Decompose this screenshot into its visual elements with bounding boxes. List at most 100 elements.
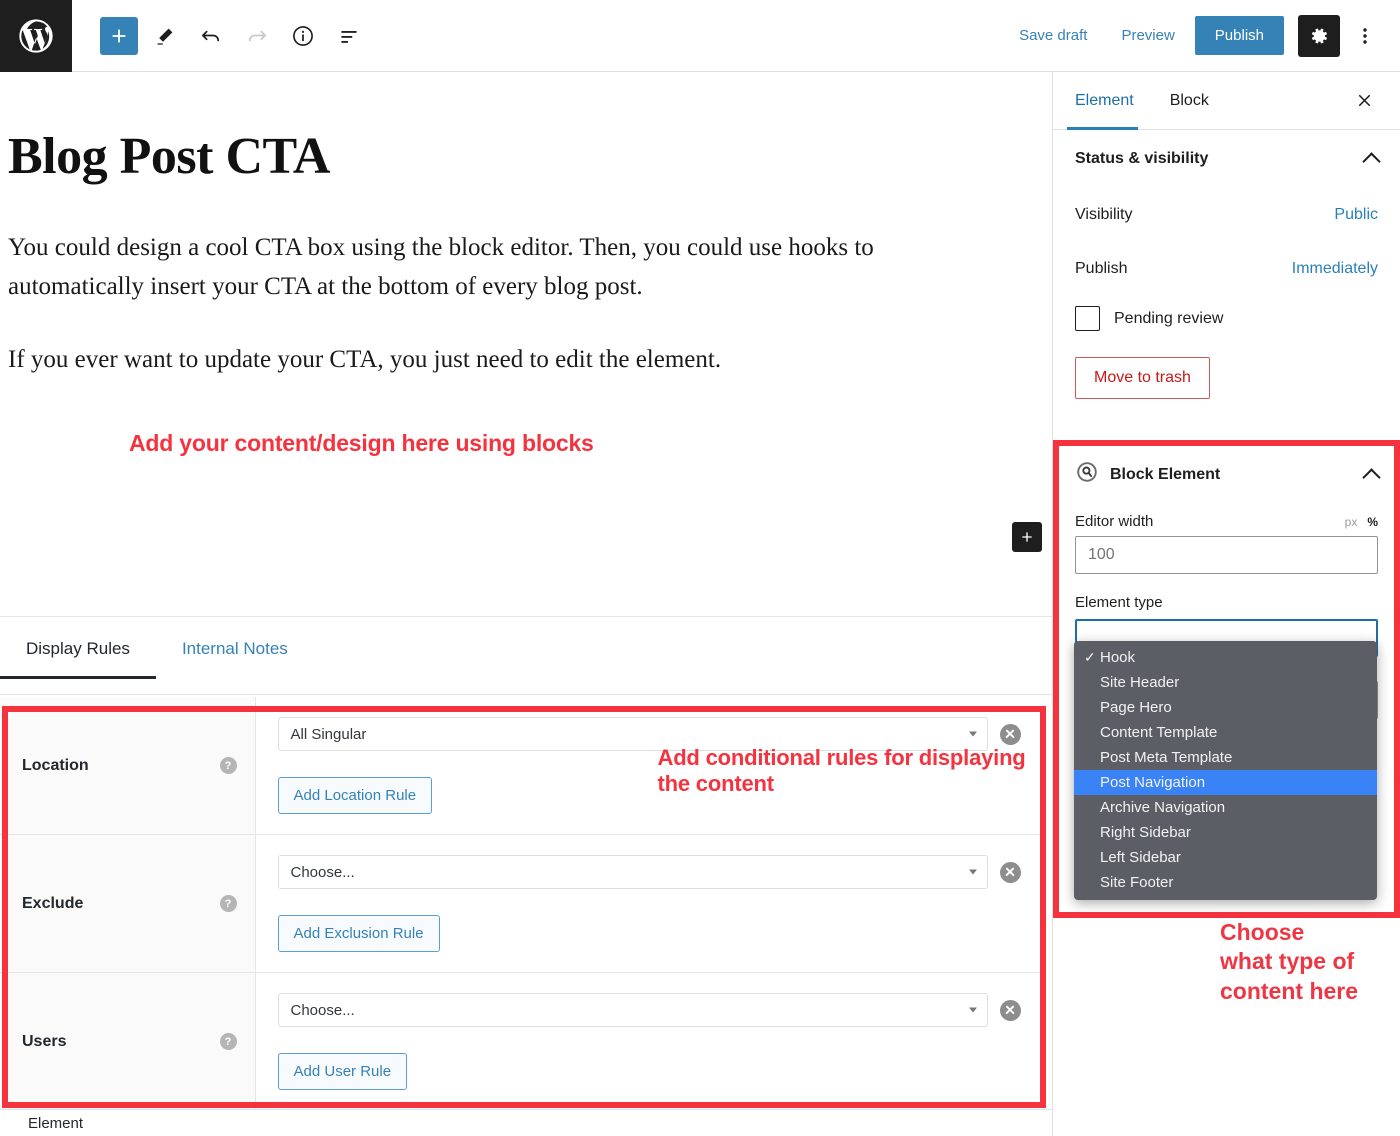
display-rules-panel: Location ? All Singular Add Location Rul… (0, 697, 1053, 1109)
tab-display-rules[interactable]: Display Rules (0, 617, 156, 679)
publish-value-button[interactable]: Immediately (1292, 260, 1378, 278)
block-element-icon (1075, 460, 1099, 489)
visibility-label: Visibility (1075, 206, 1133, 223)
close-icon[interactable] (1342, 72, 1386, 129)
chevron-down-icon (968, 1007, 977, 1013)
unit-toggle: px % (1345, 515, 1378, 529)
chevron-up-icon[interactable] (1362, 467, 1381, 487)
publish-label: Publish (1075, 260, 1128, 277)
toolbar-right-actions: Save draft Preview Publish (1005, 14, 1400, 57)
page-title[interactable]: Blog Post CTA (8, 128, 1052, 185)
publish-row: Publish Immediately (1053, 242, 1400, 296)
editor-paragraph-1[interactable]: You could design a cool CTA box using th… (8, 229, 938, 307)
location-rule-value: All Singular (290, 725, 367, 743)
tab-block[interactable]: Block (1152, 72, 1227, 129)
editor-width-label-row: Editor width px % (1053, 503, 1400, 536)
users-rule-value: Choose... (290, 1001, 355, 1019)
clear-circle-icon[interactable] (999, 861, 1021, 883)
status-visibility-header[interactable]: Status & visibility (1053, 130, 1400, 188)
unit-percent-option[interactable]: % (1367, 515, 1378, 529)
block-inserter-plus-icon[interactable] (1012, 522, 1042, 552)
wordpress-logo-icon[interactable] (0, 0, 72, 72)
clear-circle-icon[interactable] (999, 723, 1021, 745)
users-rule-select[interactable]: Choose... (277, 993, 988, 1027)
element-type-dropdown-list[interactable]: ✓ Hook Site Header Page Hero Content Tem… (1074, 641, 1377, 900)
dropdown-option-label: Content Template (1100, 724, 1218, 741)
exclude-rule-select[interactable]: Choose... (277, 855, 988, 889)
rule-field-cell-users: Choose... Add User Rule (255, 973, 1043, 1110)
unit-px-option[interactable]: px (1345, 515, 1358, 529)
tab-internal-notes[interactable]: Internal Notes (156, 617, 314, 679)
clear-circle-icon[interactable] (999, 999, 1021, 1021)
tabs-divider (0, 694, 1053, 695)
question-mark-icon[interactable]: ? (219, 895, 237, 912)
editor-canvas[interactable]: Blog Post CTA You could design a cool CT… (0, 72, 1053, 616)
question-mark-icon[interactable]: ? (219, 1033, 237, 1050)
element-type-label: Element type (1075, 594, 1163, 611)
annotation-choose-content-type: Choose what type of content here (1220, 919, 1359, 1004)
block-element-header[interactable]: Block Element (1053, 446, 1400, 503)
add-block-button[interactable] (100, 16, 138, 55)
dropdown-option-post-navigation[interactable]: Post Navigation (1074, 770, 1377, 795)
rule-label-cell-users: Users ? (0, 972, 256, 1109)
dropdown-option-site-footer[interactable]: Site Footer (1074, 870, 1377, 895)
chevron-down-icon (968, 731, 977, 737)
pending-review-label: Pending review (1114, 309, 1224, 327)
checkmark-icon: ✓ (1084, 649, 1096, 665)
list-view-icon[interactable] (330, 17, 368, 55)
exclude-rule-value: Choose... (290, 863, 355, 881)
dropdown-option-post-meta-template[interactable]: Post Meta Template (1074, 745, 1377, 770)
toolbar-left-tools (72, 16, 368, 55)
status-visibility-title: Status & visibility (1075, 150, 1209, 167)
info-circle-icon[interactable] (284, 17, 322, 55)
rule-label-cell-location: Location ? (0, 697, 256, 835)
dropdown-option-label: Post Navigation (1100, 774, 1206, 791)
editor-width-label: Editor width (1075, 513, 1154, 530)
pending-review-checkbox[interactable] (1075, 306, 1100, 331)
dropdown-option-content-template[interactable]: Content Template (1074, 720, 1377, 745)
rules-table: Location ? All Singular Add Location Rul… (0, 697, 1043, 1109)
pending-review-row: Pending review (1053, 296, 1400, 331)
chevron-up-icon[interactable] (1362, 152, 1381, 171)
move-to-trash-button[interactable]: Move to trash (1075, 357, 1210, 399)
wordpress-block-editor: Save draft Preview Publish Blog Post CTA… (0, 0, 1400, 1136)
dropdown-option-label: Site Header (1100, 674, 1180, 691)
dropdown-option-left-sidebar[interactable]: Left Sidebar (1074, 845, 1377, 870)
dropdown-option-page-hero[interactable]: Page Hero (1074, 695, 1377, 720)
editor-top-toolbar: Save draft Preview Publish (0, 0, 1400, 72)
publish-button[interactable]: Publish (1194, 16, 1284, 55)
add-location-rule-button[interactable]: Add Location Rule (277, 777, 433, 814)
rule-label-users: Users (22, 1032, 67, 1050)
dropdown-option-label: Archive Navigation (1100, 799, 1226, 816)
kebab-menu-icon[interactable] (1346, 15, 1384, 57)
edit-tool-button[interactable] (146, 17, 184, 55)
dropdown-option-label: Post Meta Template (1100, 749, 1233, 766)
preview-button[interactable]: Preview (1107, 18, 1188, 53)
dropdown-option-archive-navigation[interactable]: Archive Navigation (1074, 795, 1377, 820)
block-element-title: Block Element (1110, 465, 1221, 483)
breadcrumb[interactable]: Element (28, 1115, 83, 1132)
editor-paragraph-2[interactable]: If you ever want to update your CTA, you… (8, 341, 938, 380)
table-row: Users ? Choose... Add User Rule (0, 972, 1043, 1110)
dropdown-option-site-header[interactable]: Site Header (1074, 670, 1377, 695)
rule-field-cell-exclude: Choose... Add Exclusion Rule (255, 835, 1043, 973)
add-exclusion-rule-button[interactable]: Add Exclusion Rule (277, 915, 440, 952)
add-user-rule-button[interactable]: Add User Rule (277, 1053, 408, 1090)
tab-element[interactable]: Element (1053, 72, 1152, 130)
chevron-down-icon (968, 869, 977, 875)
rule-label-exclude: Exclude (22, 894, 84, 912)
question-mark-icon[interactable]: ? (219, 757, 237, 774)
annotation-conditional-rules: Add conditional rules for displaying the… (657, 745, 1026, 796)
editor-width-input[interactable] (1075, 536, 1378, 574)
undo-button[interactable] (192, 17, 230, 55)
gear-icon[interactable] (1298, 14, 1340, 57)
dropdown-option-right-sidebar[interactable]: Right Sidebar (1074, 820, 1377, 845)
dropdown-option-hook[interactable]: ✓ Hook (1074, 645, 1377, 670)
redo-button[interactable] (238, 17, 276, 55)
visibility-value-button[interactable]: Public (1334, 206, 1378, 224)
sidebar-tabs: Element Block (1053, 72, 1400, 130)
save-draft-button[interactable]: Save draft (1005, 18, 1101, 53)
dropdown-option-label: Page Hero (1100, 699, 1172, 716)
annotation-add-content: Add your content/design here using block… (129, 430, 594, 456)
rule-label-location: Location (22, 756, 89, 774)
